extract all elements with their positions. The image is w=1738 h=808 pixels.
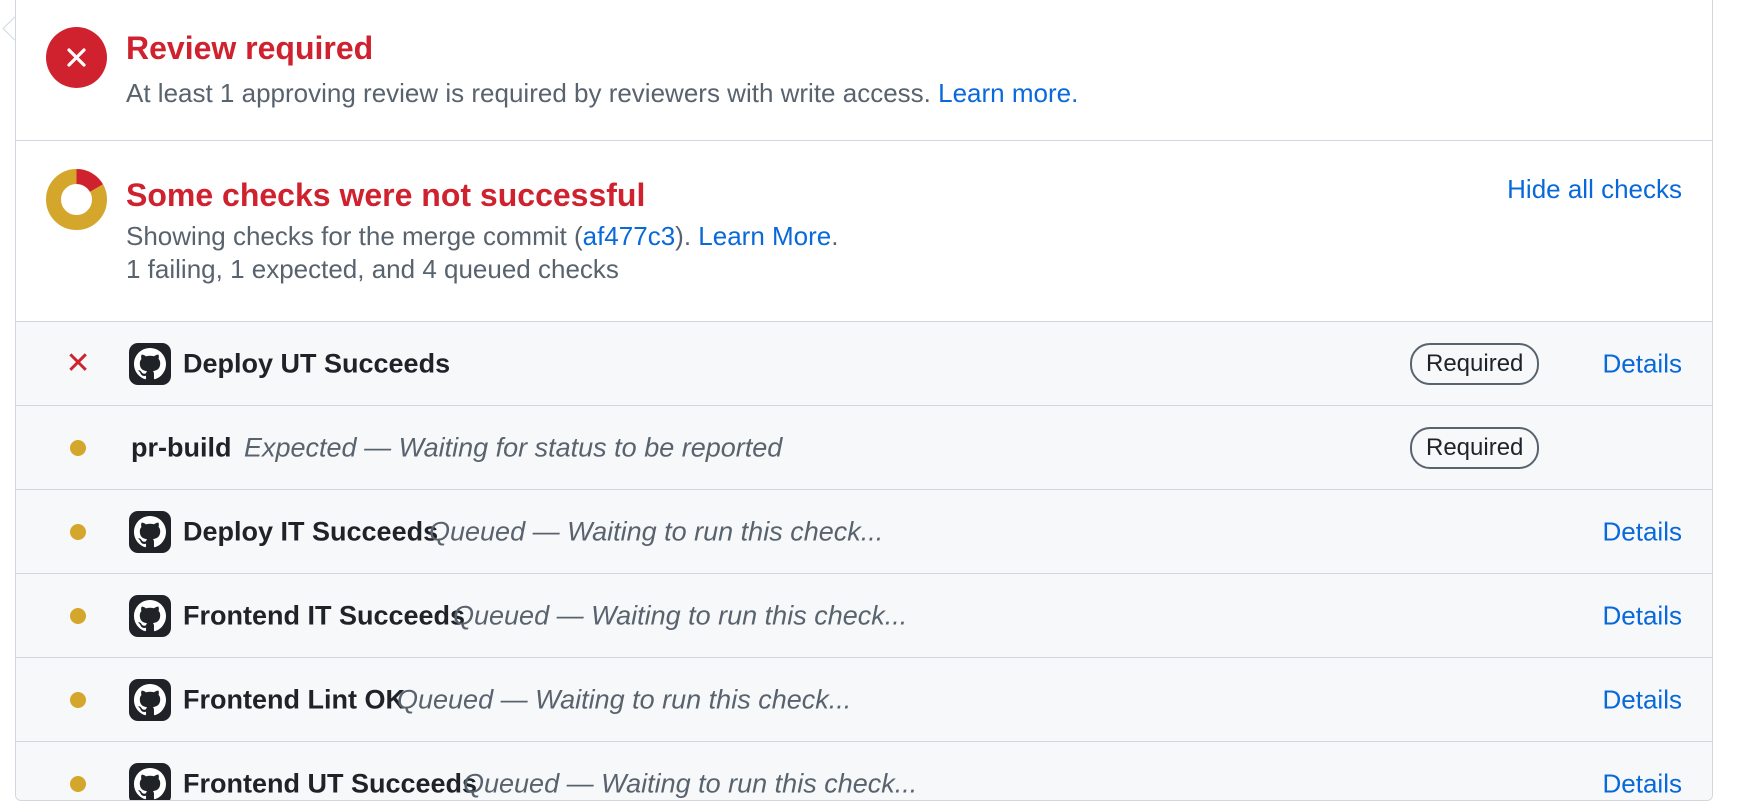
pending-dot-icon bbox=[66, 688, 90, 712]
checks-summary-section: Some checks were not successful Hide all… bbox=[16, 141, 1712, 322]
check-description: Queued — Waiting to run this check... bbox=[397, 684, 852, 714]
x-circle-icon bbox=[46, 27, 107, 88]
details-link[interactable]: Details bbox=[1603, 516, 1682, 547]
check-row-pr-build: pr-build Expected — Waiting for status t… bbox=[16, 406, 1712, 490]
check-name: Frontend UT Succeeds bbox=[183, 768, 478, 798]
check-row-frontend-lint: Frontend Lint OK Queued — Waiting to run… bbox=[16, 658, 1712, 742]
details-link[interactable]: Details bbox=[1603, 684, 1682, 715]
check-row-frontend-it: Frontend IT Succeeds Queued — Waiting to… bbox=[16, 574, 1712, 658]
checks-counts: 1 failing, 1 expected, and 4 queued chec… bbox=[126, 254, 619, 284]
details-link[interactable]: Details bbox=[1603, 348, 1682, 379]
commit-sha-link[interactable]: af477c3 bbox=[583, 221, 676, 251]
pending-dot-icon bbox=[66, 772, 90, 796]
check-row-frontend-ut: Frontend UT Succeeds Queued — Waiting to… bbox=[16, 742, 1712, 800]
merge-status-panel: Review required At least 1 approving rev… bbox=[15, 0, 1713, 801]
review-description-text: At least 1 approving review is required … bbox=[126, 78, 931, 108]
required-badge: Required bbox=[1410, 426, 1540, 469]
review-learn-more-link[interactable]: Learn more. bbox=[938, 78, 1078, 108]
check-name: Frontend Lint OK bbox=[183, 684, 405, 714]
pending-dot-icon bbox=[66, 604, 90, 628]
pending-dot-icon bbox=[66, 436, 90, 460]
github-icon bbox=[129, 342, 171, 385]
hide-all-checks-link[interactable]: Hide all checks bbox=[1507, 174, 1682, 205]
check-description: Queued — Waiting to run this check... bbox=[463, 768, 918, 798]
commit-line-suffix: . bbox=[831, 221, 839, 251]
github-icon bbox=[129, 594, 171, 637]
check-row-deploy-it: Deploy IT Succeeds Queued — Waiting to r… bbox=[16, 490, 1712, 574]
checks-learn-more-link[interactable]: Learn More bbox=[698, 221, 831, 251]
check-row-deploy-ut: ✕ Deploy UT Succeeds Required Details bbox=[16, 322, 1712, 406]
failure-x-icon: ✕ bbox=[65, 346, 91, 380]
commit-line-mid: ). bbox=[675, 221, 692, 251]
github-icon bbox=[129, 678, 171, 721]
details-link[interactable]: Details bbox=[1603, 768, 1682, 799]
github-icon bbox=[129, 762, 171, 800]
review-title: Review required bbox=[126, 30, 374, 66]
github-icon bbox=[129, 510, 171, 553]
commit-line-prefix: Showing checks for the merge commit ( bbox=[126, 221, 583, 251]
check-description: Expected — Waiting for status to be repo… bbox=[244, 432, 783, 462]
details-link[interactable]: Details bbox=[1603, 600, 1682, 631]
check-name: Deploy UT Succeeds bbox=[183, 348, 451, 378]
review-required-section: Review required At least 1 approving rev… bbox=[16, 0, 1712, 141]
partial-status-ring-icon bbox=[46, 169, 107, 230]
check-name: pr-build bbox=[131, 432, 232, 462]
check-name: Deploy IT Succeeds bbox=[183, 516, 439, 546]
review-description: At least 1 approving review is required … bbox=[126, 78, 1078, 109]
check-description: Queued — Waiting to run this check... bbox=[429, 516, 884, 546]
pending-dot-icon bbox=[66, 520, 90, 544]
check-name: Frontend IT Succeeds bbox=[183, 600, 466, 630]
checks-commit-line: Showing checks for the merge commit (af4… bbox=[126, 221, 838, 252]
check-description: Queued — Waiting to run this check... bbox=[453, 600, 908, 630]
required-badge: Required bbox=[1410, 342, 1540, 385]
checks-title: Some checks were not successful bbox=[126, 177, 646, 213]
